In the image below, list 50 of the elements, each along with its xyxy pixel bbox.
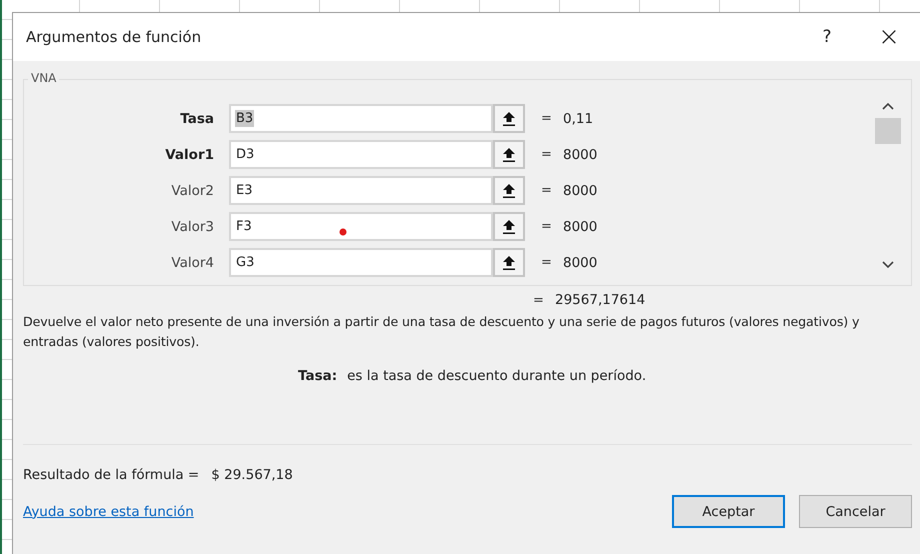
argument-result: 8000 — [563, 218, 598, 234]
argument-result: 8000 — [563, 146, 598, 162]
upload-arrow-icon — [502, 146, 516, 162]
field-value: G3 — [235, 254, 256, 271]
equals-sign: = — [533, 292, 545, 308]
equals-sign: = — [541, 255, 553, 270]
window-title: Argumentos de función — [26, 28, 202, 46]
formula-result-value: $ 29.567,18 — [211, 467, 293, 483]
upload-arrow-icon — [502, 254, 516, 270]
field-value: E3 — [235, 182, 254, 199]
argument-label: Valor3 — [170, 218, 214, 234]
collapse-button[interactable] — [493, 140, 525, 169]
dialog-button[interactable]: Cancelar — [799, 495, 912, 528]
input-field[interactable]: B3 — [229, 104, 493, 133]
field-value: D3 — [235, 146, 256, 163]
scroll-thumb[interactable] — [875, 118, 901, 144]
input-field[interactable]: D3 — [229, 140, 493, 169]
collapse-button[interactable] — [493, 104, 525, 133]
upload-arrow-icon — [502, 218, 516, 234]
argument-label: Valor4 — [170, 254, 214, 270]
argument-result: 0,11 — [563, 110, 594, 126]
argument-label: Tasa — [179, 110, 214, 126]
help-button[interactable]: ? — [796, 13, 858, 61]
dialog-button[interactable]: Aceptar — [672, 495, 785, 528]
collapse-button[interactable] — [493, 248, 525, 277]
field-value: B3 — [235, 110, 254, 127]
upload-arrow-icon — [502, 110, 516, 126]
argument-result: 8000 — [563, 182, 598, 198]
help-link[interactable]: Ayuda sobre esta función — [23, 504, 194, 520]
formula-result-label: Resultado de la fórmula = — [23, 467, 200, 483]
function-name: VNA — [28, 71, 60, 85]
argument-result: 8000 — [563, 254, 598, 270]
equals-sign: = — [541, 111, 553, 126]
input-field[interactable]: E3 — [229, 176, 493, 205]
upload-arrow-icon — [502, 182, 516, 198]
argument-description: es la tasa de descuento durante un período. — [347, 368, 646, 384]
function-result: 29567,17614 — [555, 292, 646, 308]
equals-sign: = — [541, 219, 553, 234]
field-value: F3 — [235, 218, 253, 235]
close-button[interactable]: × — [858, 13, 920, 61]
input-field[interactable]: F3 — [229, 212, 493, 241]
equals-sign: = — [541, 147, 553, 162]
collapse-button[interactable] — [493, 176, 525, 205]
argument-name: Tasa: — [298, 368, 338, 384]
equals-sign: = — [541, 183, 553, 198]
argument-label: Valor1 — [164, 146, 214, 162]
function-description: Devuelve el valor neto presente de una inversión a partir de una tasa de descuento y una serie de pagos futuros (valores negativos) y entradas (valores positivos). — [23, 313, 860, 351]
collapse-button[interactable] — [493, 212, 525, 241]
input-field[interactable]: G3 — [229, 248, 493, 277]
argument-label: Valor2 — [170, 182, 214, 198]
